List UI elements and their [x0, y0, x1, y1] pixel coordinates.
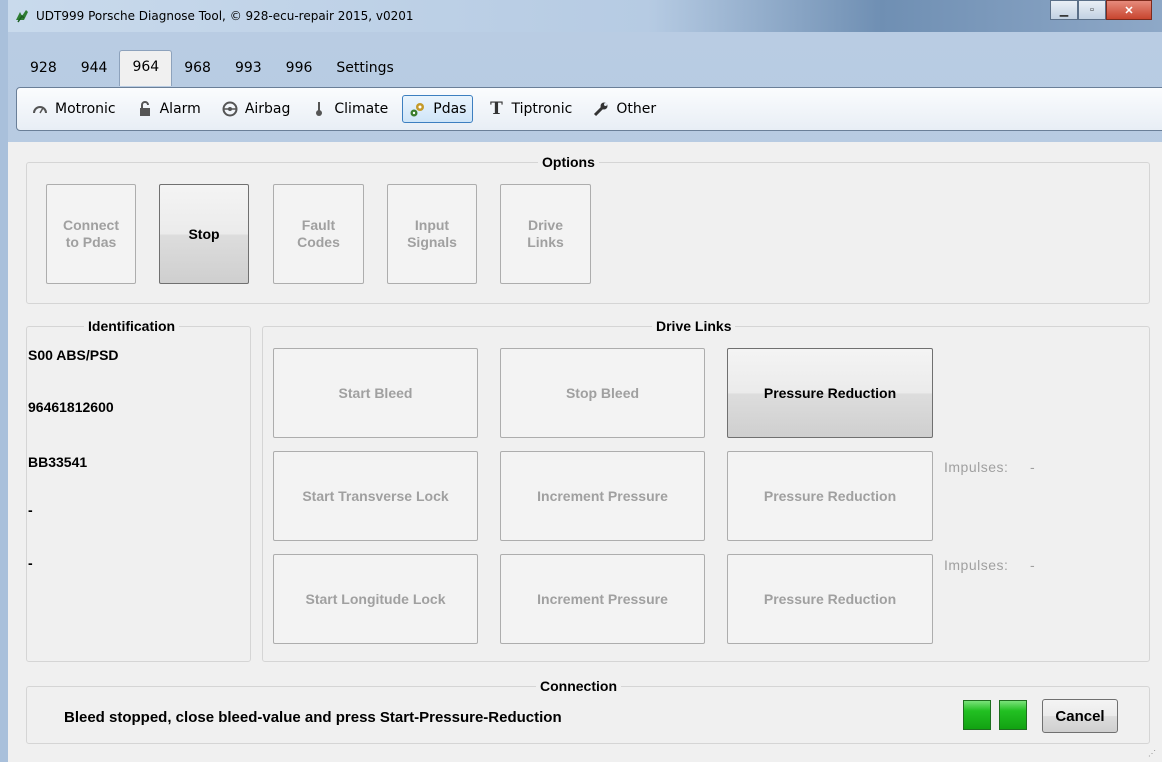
subtab-label: Alarm [159, 101, 201, 117]
gauge-icon [31, 100, 49, 118]
app-logo-icon [16, 10, 28, 23]
pressure-reduction-button-2[interactable]: Pressure Reduction [727, 451, 933, 541]
steering-wheel-icon [221, 100, 239, 118]
cancel-button[interactable]: Cancel [1042, 699, 1118, 733]
subtab-pdas[interactable]: Pdas [402, 95, 474, 123]
window-controls: ▁ ▫ ✕ [1050, 0, 1152, 22]
tab-996[interactable]: 996 [274, 52, 325, 86]
thermometer-icon [310, 100, 328, 118]
increment-pressure-button-2[interactable]: Increment Pressure [500, 554, 705, 644]
subtab-label: Motronic [55, 101, 116, 117]
ident-field-5: - [28, 555, 33, 571]
maximize-button[interactable]: ▫ [1078, 0, 1106, 20]
drive-links-title: Drive Links [652, 318, 736, 334]
start-longitude-lock-button[interactable]: Start Longitude Lock [273, 554, 478, 644]
subtab-alarm[interactable]: Alarm [130, 96, 207, 122]
subtab-climate[interactable]: Climate [304, 96, 394, 122]
impulses-label-2: Impulses: [944, 557, 1009, 573]
ident-part-name: S00 ABS/PSD [28, 347, 119, 363]
pressure-reduction-button-1[interactable]: Pressure Reduction [727, 348, 933, 438]
start-bleed-button[interactable]: Start Bleed [273, 348, 478, 438]
subtab-other[interactable]: Other [586, 96, 662, 122]
pressure-reduction-button-3[interactable]: Pressure Reduction [727, 554, 933, 644]
subtab-label: Pdas [433, 101, 467, 117]
connection-status: Bleed stopped, close bleed-value and pre… [64, 709, 562, 726]
tab-968[interactable]: 968 [172, 52, 223, 86]
subtab-label: Tiptronic [511, 101, 573, 117]
input-signals-button[interactable]: Input Signals [387, 184, 477, 284]
options-title: Options [538, 154, 599, 170]
connect-to-pdas-button[interactable]: Connect to Pdas [46, 184, 136, 284]
subtab-tiptronic[interactable]: T Tiptronic [481, 96, 578, 122]
tab-964[interactable]: 964 [119, 50, 173, 86]
ident-field-4: - [28, 502, 33, 518]
ident-part-number: 96461812600 [28, 399, 114, 415]
subtab-label: Climate [334, 101, 389, 117]
tab-944[interactable]: 944 [69, 52, 120, 86]
subtab-motronic[interactable]: Motronic [25, 96, 122, 122]
subtab-airbag[interactable]: Airbag [215, 96, 297, 122]
stop-bleed-button[interactable]: Stop Bleed [500, 348, 705, 438]
fault-codes-button[interactable]: Fault Codes [273, 184, 364, 284]
increment-pressure-button-1[interactable]: Increment Pressure [500, 451, 705, 541]
wrench-icon [592, 100, 610, 118]
status-led-2 [999, 700, 1027, 730]
model-tabs: 928 944 964 968 993 996 Settings [18, 50, 406, 86]
title-bar[interactable]: UDT999 Porsche Diagnose Tool, © 928-ecu-… [8, 0, 1162, 32]
module-toolbar: Motronic Alarm Airbag Climate Pdas T Tip… [16, 87, 1162, 131]
lock-icon [136, 100, 154, 118]
identification-group [26, 326, 251, 662]
resize-grip-icon[interactable]: ⋰ [1148, 749, 1156, 758]
subtab-label: Other [616, 101, 657, 117]
close-button[interactable]: ✕ [1106, 0, 1152, 20]
impulses-label-1: Impulses: [944, 459, 1009, 475]
status-led-1 [963, 700, 991, 730]
stop-button[interactable]: Stop [159, 184, 249, 284]
ident-version: BB33541 [28, 454, 88, 470]
tab-993[interactable]: 993 [223, 52, 274, 86]
subtab-label: Airbag [244, 101, 291, 117]
tab-928[interactable]: 928 [18, 52, 69, 86]
connection-title: Connection [536, 678, 621, 694]
window-title: UDT999 Porsche Diagnose Tool, © 928-ecu-… [36, 9, 414, 23]
gears-icon [409, 100, 427, 118]
impulses-value-2: - [1030, 557, 1036, 573]
identification-title: Identification [84, 318, 180, 334]
minimize-button[interactable]: ▁ [1050, 0, 1078, 20]
impulses-value-1: - [1030, 459, 1036, 475]
t-icon: T [490, 99, 503, 119]
drive-links-button[interactable]: Drive Links [500, 184, 591, 284]
start-transverse-lock-button[interactable]: Start Transverse Lock [273, 451, 478, 541]
tab-settings[interactable]: Settings [324, 52, 405, 86]
